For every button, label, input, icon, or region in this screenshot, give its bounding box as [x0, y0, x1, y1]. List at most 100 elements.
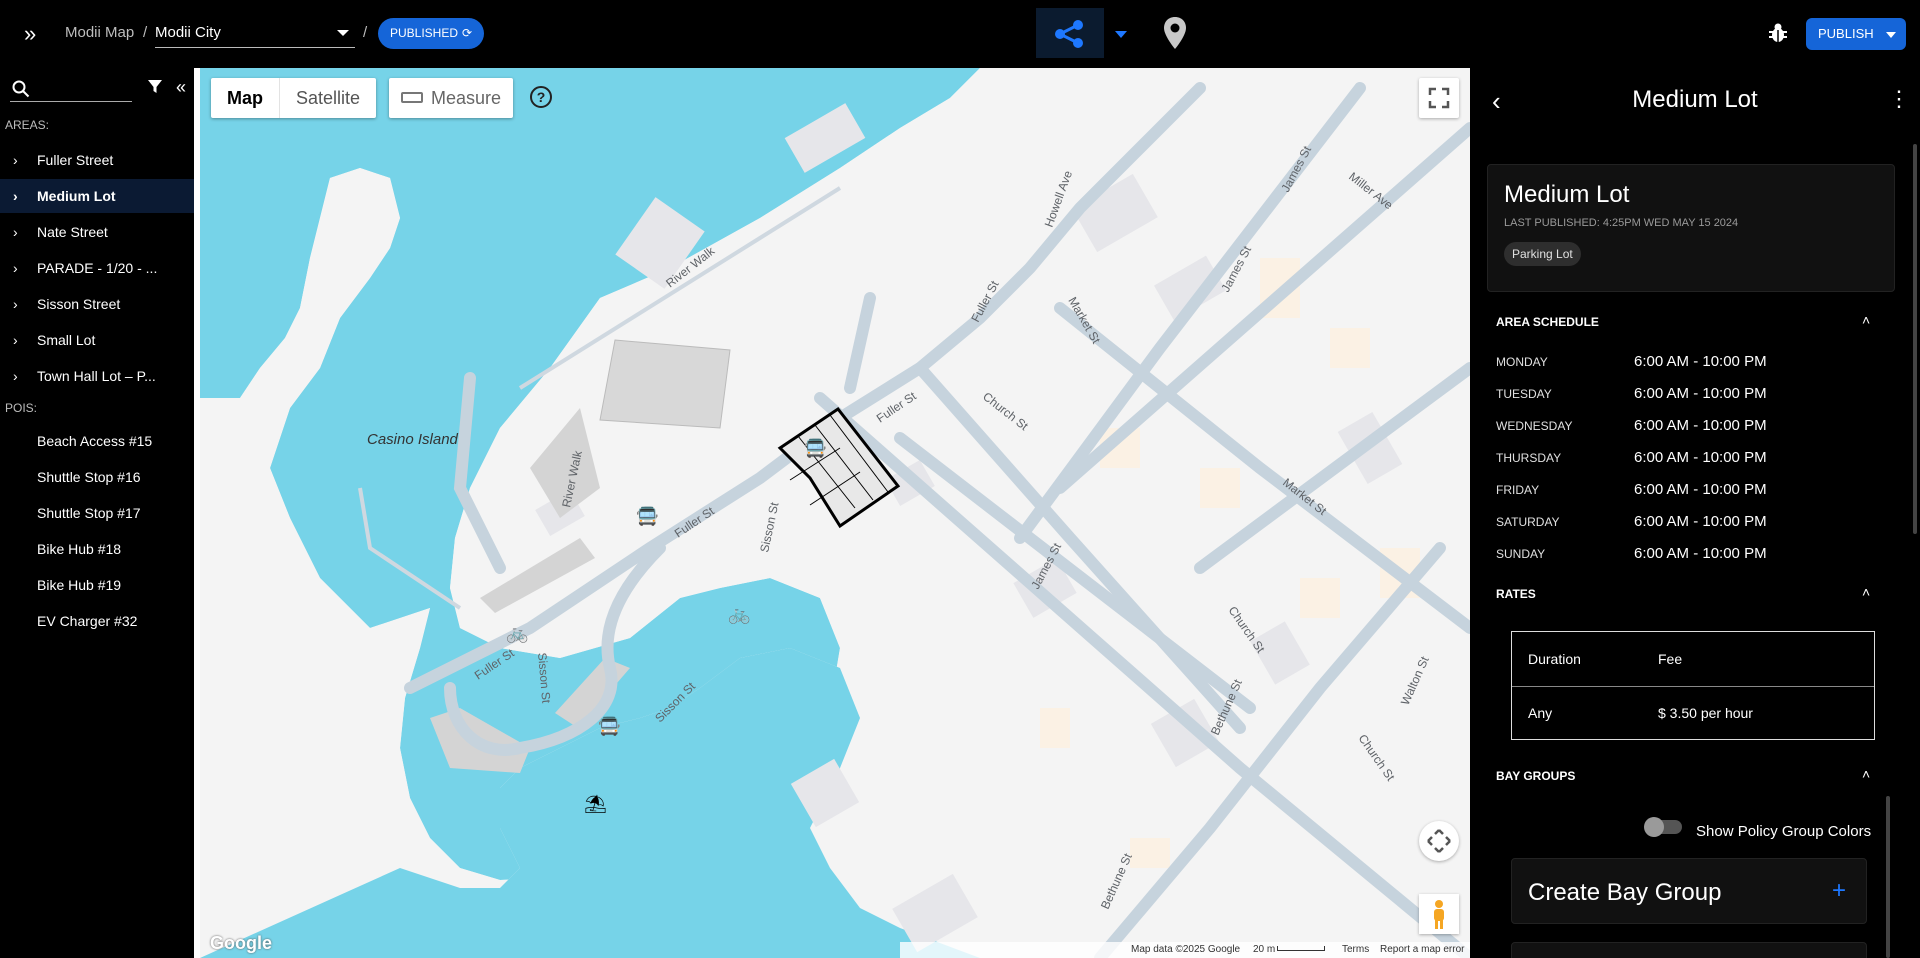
report-error-link[interactable]: Report a map error [1380, 942, 1464, 958]
shuttle-stop-icon: 🚍 [804, 438, 826, 459]
sidebar-poi-item[interactable]: Shuttle Stop #17 [37, 505, 141, 521]
collapse-sidebar-icon[interactable]: « [176, 78, 186, 96]
sync-icon: ⟳ [462, 26, 473, 40]
sidebar-area-item[interactable]: › Town Hall Lot – P... [0, 359, 194, 393]
map-base: 🚍 🚍 🚍 🚲 🚲 ⛱ Casino Island River Walk Riv… [200, 68, 1470, 958]
schedule-day: FRIDAY [1496, 483, 1540, 497]
chevron-right-icon: › [13, 332, 18, 348]
fullscreen-button[interactable] [1419, 78, 1459, 118]
chevron-right-icon: › [13, 188, 18, 204]
schedule-hours: 6:00 AM - 10:00 PM [1634, 385, 1767, 402]
create-bay-group-label: Create Bay Group [1528, 879, 1722, 906]
help-icon[interactable]: ? [530, 86, 552, 108]
sidebar-area-item[interactable]: › Nate Street [0, 215, 194, 249]
card-title: Medium Lot [1504, 181, 1630, 208]
measure-label: Measure [431, 88, 502, 108]
chevron-up-icon[interactable]: ˄ [1862, 766, 1870, 782]
scale-label[interactable]: 20 m [1253, 942, 1275, 958]
bay-groups-heading: BAY GROUPS [1496, 769, 1576, 783]
last-published: LAST PUBLISHED: 4:25PM WED MAY 15 2024 [1504, 217, 1739, 229]
street-view-button[interactable] [1419, 894, 1459, 934]
more-options-icon[interactable]: ⋮ [1888, 88, 1910, 110]
area-type-chip: Parking Lot [1504, 242, 1581, 266]
schedule-day: SATURDAY [1496, 515, 1560, 529]
bay-group-card [1511, 942, 1867, 958]
schedule-day: WEDNESDAY [1496, 419, 1573, 433]
map-type-map[interactable]: Map [211, 78, 280, 118]
scale-bar [1277, 946, 1325, 951]
status-badge[interactable]: PUBLISHED ⟳ [378, 18, 485, 49]
scrollbar[interactable] [1913, 144, 1917, 534]
pois-heading: POIS: [5, 401, 38, 415]
breadcrumb-root[interactable]: Modii Map [65, 24, 134, 41]
shuttle-stop-icon: 🚍 [636, 506, 658, 527]
areas-heading: AREAS: [5, 118, 50, 132]
fullscreen-icon [1428, 87, 1450, 109]
details-panel: ‹ Medium Lot ⋮ Medium Lot LAST PUBLISHED… [1470, 68, 1920, 958]
schedule-day: MONDAY [1496, 355, 1548, 369]
scrollbar[interactable] [1886, 796, 1890, 958]
schedule-hours: 6:00 AM - 10:00 PM [1634, 481, 1767, 498]
map-canvas[interactable]: 🚍 🚍 🚍 🚲 🚲 ⛱ Casino Island River Walk Riv… [200, 68, 1470, 958]
sidebar-poi-item[interactable]: EV Charger #32 [37, 613, 137, 629]
rate-fee-cell: $ 3.50 per hour [1658, 705, 1753, 721]
rate-duration-cell: Any [1528, 705, 1553, 721]
recenter-button[interactable] [1419, 821, 1459, 861]
sidebar-area-item[interactable]: › Fuller Street [0, 143, 194, 177]
bike-hub-icon: 🚲 [506, 623, 528, 644]
sidebar-area-item[interactable]: › Small Lot [0, 323, 194, 357]
sidebar-poi-item[interactable]: Shuttle Stop #16 [37, 469, 141, 485]
network-icon [1055, 20, 1083, 48]
sidebar: « AREAS: › Fuller Street › Medium Lot › Nate … [0, 68, 194, 958]
sidebar-area-item[interactable]: › Sisson Street [0, 287, 194, 321]
schedule-hours: 6:00 AM - 10:00 PM [1634, 513, 1767, 530]
area-summary-card: Medium Lot LAST PUBLISHED: 4:25PM WED MA… [1487, 164, 1895, 292]
filter-icon[interactable] [148, 80, 162, 94]
pegman-icon [1434, 900, 1444, 929]
plus-icon: + [1832, 877, 1847, 904]
search-input[interactable] [34, 80, 130, 98]
sidebar-poi-item[interactable]: Bike Hub #19 [37, 577, 121, 593]
city-select[interactable]: Modii City [155, 20, 355, 48]
map-label-casino-island: Casino Island [367, 431, 459, 448]
chevron-up-icon[interactable]: ˄ [1862, 312, 1870, 328]
map-data-credit: Map data ©2025 Google [1131, 944, 1241, 955]
tool-dropdown-icon[interactable] [1115, 31, 1127, 38]
breadcrumb-separator: / [143, 24, 148, 41]
bug-icon[interactable] [1767, 22, 1789, 44]
search-box[interactable] [10, 78, 132, 102]
rates-heading: RATES [1496, 587, 1536, 601]
publish-button[interactable]: PUBLISH [1806, 18, 1906, 50]
table-divider [1512, 686, 1874, 687]
sidebar-poi-item[interactable]: Bike Hub #18 [37, 541, 121, 557]
publish-button-label: PUBLISH [1818, 26, 1874, 41]
ruler-icon [401, 92, 423, 103]
expand-sidebar-icon[interactable]: » [24, 22, 50, 46]
beach-access-icon: ⛱ [584, 794, 607, 815]
sidebar-poi-item[interactable]: Beach Access #15 [37, 433, 152, 449]
schedule-hours: 6:00 AM - 10:00 PM [1634, 449, 1767, 466]
rates-column-duration: Duration [1528, 651, 1581, 667]
map-type-satellite[interactable]: Satellite [280, 78, 376, 118]
policy-colors-toggle[interactable] [1644, 817, 1682, 837]
rates-column-fee: Fee [1658, 651, 1683, 667]
map-pin-icon[interactable] [1163, 16, 1187, 50]
measure-button[interactable]: Measure [389, 78, 513, 118]
create-bay-group-button[interactable]: Create Bay Group + [1511, 858, 1867, 924]
map-attribution: Map data ©2025 Google 20 m Terms Report … [900, 942, 1470, 958]
breadcrumb-separator: / [363, 24, 368, 41]
schedule-hours: 6:00 AM - 10:00 PM [1634, 353, 1767, 370]
move-icon [1427, 829, 1451, 853]
chevron-right-icon: › [13, 296, 18, 312]
chevron-right-icon: › [13, 224, 18, 240]
sidebar-area-item[interactable]: › PARADE - 1/20 - ... [0, 251, 194, 285]
panel-title: Medium Lot [1632, 86, 1758, 113]
sidebar-area-item[interactable]: › Medium Lot [0, 179, 194, 213]
chevron-up-icon[interactable]: ˄ [1862, 584, 1870, 600]
schedule-day: TUESDAY [1496, 387, 1552, 401]
terms-link[interactable]: Terms [1342, 942, 1369, 958]
caret-down-icon [1886, 32, 1896, 38]
policy-colors-label: Show Policy Group Colors [1696, 823, 1872, 840]
network-tool-button[interactable] [1036, 8, 1104, 58]
toggle-knob [1644, 817, 1664, 837]
